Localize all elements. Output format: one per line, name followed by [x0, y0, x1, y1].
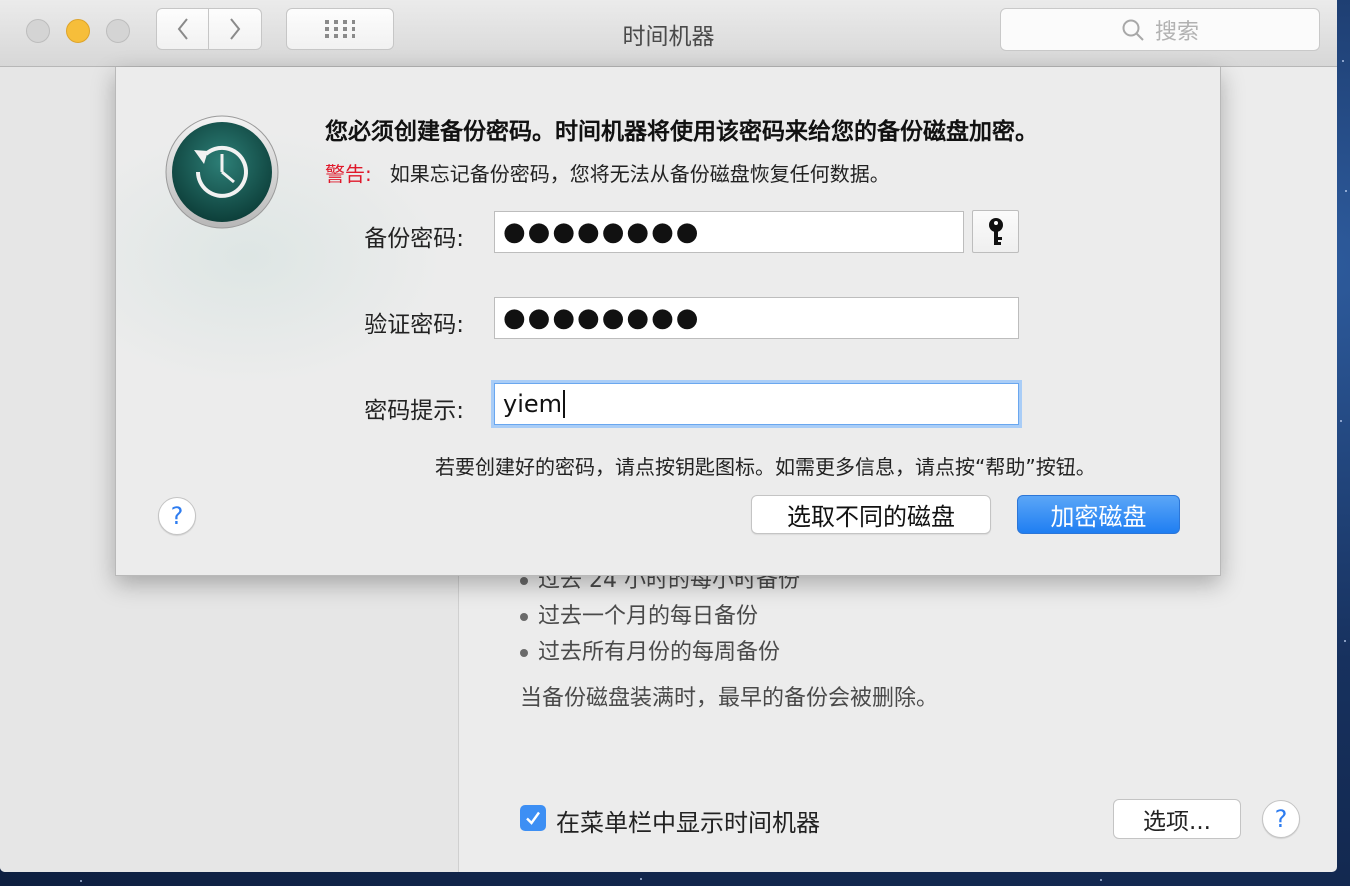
- sheet-headline: 您必须创建备份密码。时间机器将使用该密码来给您的备份磁盘加密。: [325, 119, 1038, 145]
- key-icon: [988, 217, 1003, 245]
- options-button[interactable]: 选项...: [1113, 799, 1241, 839]
- bullet-icon: [520, 613, 528, 621]
- verify-password-value: ●●●●●●●●: [503, 303, 701, 333]
- backup-password-label: 备份密码:: [364, 226, 464, 252]
- password-assistant-button[interactable]: [972, 210, 1019, 253]
- search-field[interactable]: 搜索: [1000, 8, 1320, 51]
- list-item-text: 过去一个月的每日备份: [538, 604, 759, 629]
- bullet-icon: [520, 649, 528, 657]
- password-hint-value: yiem: [503, 390, 563, 418]
- search-icon: [1122, 19, 1144, 41]
- time-machine-icon: [165, 115, 279, 229]
- checkmark-icon: [526, 811, 540, 825]
- search-placeholder: 搜索: [1154, 19, 1199, 45]
- text-caret: [563, 390, 565, 418]
- show-in-menubar-checkbox[interactable]: [520, 805, 546, 831]
- help-button[interactable]: ?: [1262, 800, 1300, 838]
- encrypt-disk-button[interactable]: 加密磁盘: [1017, 495, 1180, 534]
- backup-password-value: ●●●●●●●●: [503, 217, 701, 247]
- preferences-window: 时间机器 搜索 过去 24 小时的每小时备份 过去一个月的每日备份 过去所有月份…: [0, 0, 1337, 872]
- help-hint-text: 若要创建好的密码，请点按钥匙图标。如需更多信息，请点按“帮助”按钮。: [435, 455, 1096, 479]
- warning-text: 如果忘记备份密码，您将无法从备份磁盘恢复任何数据。: [389, 162, 890, 186]
- show-in-menubar-label: 在菜单栏中显示时间机器: [556, 809, 820, 837]
- list-item-text: 过去所有月份的每周备份: [538, 640, 781, 665]
- list-item: 过去一个月的每日备份: [520, 598, 758, 630]
- bullet-icon: [520, 577, 528, 585]
- warning-label: 警告:: [325, 162, 372, 186]
- password-hint-field[interactable]: yiem: [494, 383, 1019, 425]
- warning-message: 警告: 如果忘记备份密码，您将无法从备份磁盘恢复任何数据。: [325, 158, 890, 187]
- verify-password-label: 验证密码:: [364, 312, 464, 338]
- title-bar: 时间机器 搜索: [0, 0, 1337, 67]
- password-hint-label: 密码提示:: [364, 398, 464, 424]
- backup-password-field[interactable]: ●●●●●●●●: [494, 211, 964, 253]
- backup-note: 当备份磁盘装满时，最早的备份会被删除。: [520, 686, 939, 711]
- choose-different-disk-button[interactable]: 选取不同的磁盘: [751, 495, 991, 534]
- sheet-help-button[interactable]: ?: [158, 497, 196, 535]
- list-item: 过去所有月份的每周备份: [520, 634, 780, 666]
- encryption-sheet: 您必须创建备份密码。时间机器将使用该密码来给您的备份磁盘加密。 警告: 如果忘记备…: [115, 67, 1221, 576]
- verify-password-field[interactable]: ●●●●●●●●: [494, 297, 1019, 339]
